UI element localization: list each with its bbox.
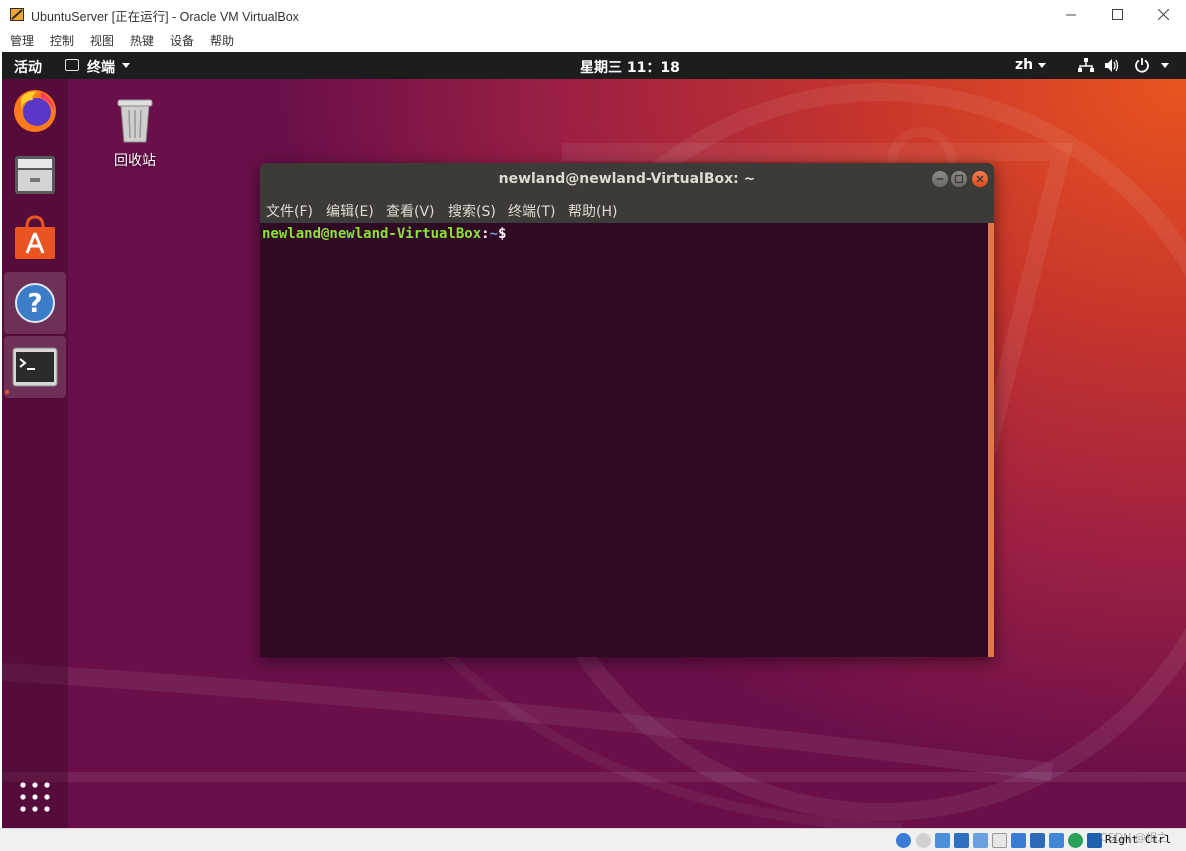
dock-item-help[interactable]: ? — [4, 272, 66, 334]
term-menu-view[interactable]: 查看(V) — [386, 201, 435, 221]
show-apps-icon — [20, 782, 50, 812]
shell-prompt: newland@newland-VirtualBox:~$ — [262, 226, 508, 242]
dock-item-files[interactable] — [4, 143, 66, 205]
vbox-statusbar: Right Ctrl CSDN @相之 — [0, 828, 1186, 851]
chevron-down-icon — [1038, 63, 1046, 68]
input-method-button[interactable]: zh — [1015, 57, 1033, 73]
terminal-titlebar[interactable]: newland@newland-VirtualBox: ~ — [260, 163, 994, 197]
dock: ? — [2, 79, 68, 828]
menu-control[interactable]: 控制 — [50, 32, 74, 49]
network-icon[interactable] — [1078, 58, 1094, 73]
virtualbox-app-icon — [10, 8, 24, 21]
trash-icon — [117, 99, 153, 143]
help-icon: ? — [15, 283, 55, 323]
usb-icon[interactable] — [973, 833, 988, 848]
terminal-minimize-button[interactable] — [932, 171, 948, 187]
clock-button[interactable]: 星期三 11：18 — [580, 57, 680, 77]
guest-display[interactable]: 活动 终端 星期三 11：18 zh ? 回收站 newland@newland… — [2, 52, 1186, 828]
terminal-close-button[interactable] — [972, 171, 988, 187]
term-menu-edit[interactable]: 编辑(E) — [326, 201, 374, 221]
network-adapter-icon[interactable] — [954, 833, 969, 848]
close-button[interactable] — [1140, 0, 1186, 28]
menu-help[interactable]: 帮助 — [210, 32, 234, 49]
vbox-menubar: 管理 控制 视图 热键 设备 帮助 — [0, 28, 1186, 52]
terminal-maximize-button[interactable] — [951, 171, 967, 187]
terminal-window[interactable]: newland@newland-VirtualBox: ~ 文件(F) 编辑(E… — [260, 163, 994, 657]
gnome-topbar: 活动 终端 星期三 11：18 zh — [2, 52, 1186, 79]
minimize-icon — [936, 178, 944, 180]
menu-devices[interactable]: 设备 — [170, 32, 194, 49]
chevron-down-icon — [1161, 63, 1169, 68]
firefox-icon — [14, 90, 56, 132]
virtualization-icon[interactable] — [1049, 833, 1064, 848]
maximize-button[interactable] — [1094, 0, 1140, 28]
terminal-body[interactable]: newland@newland-VirtualBox:~$ — [260, 223, 988, 657]
close-icon — [976, 175, 984, 183]
hard-disk-icon[interactable] — [896, 833, 911, 848]
terminal-scrollbar[interactable] — [988, 223, 994, 657]
term-menu-file[interactable]: 文件(F) — [266, 201, 313, 221]
optical-drive-icon[interactable] — [916, 833, 931, 848]
window-title: UbuntuServer [正在运行] - Oracle VM VirtualB… — [31, 10, 299, 24]
terminal-icon — [12, 347, 58, 387]
prompt-dollar: $ — [498, 226, 507, 242]
close-icon — [1157, 8, 1169, 20]
svg-text:?: ? — [27, 289, 42, 319]
audio-icon[interactable] — [935, 833, 950, 848]
term-menu-search[interactable]: 搜索(S) — [448, 201, 496, 221]
video-capture-icon[interactable] — [1030, 833, 1045, 848]
prompt-user-host: newland@newland-VirtualBox — [262, 226, 482, 242]
vbox-titlebar: UbuntuServer [正在运行] - Oracle VM VirtualB… — [0, 0, 1186, 28]
terminal-menubar: 文件(F) 编辑(E) 查看(V) 搜索(S) 终端(T) 帮助(H) — [260, 197, 994, 223]
term-menu-terminal[interactable]: 终端(T) — [508, 201, 555, 221]
prompt-path: ~ — [489, 226, 499, 242]
activities-button[interactable]: 活动 — [14, 57, 42, 77]
prompt-separator: : — [481, 226, 490, 242]
power-icon[interactable] — [1134, 57, 1150, 73]
running-indicator — [5, 390, 9, 394]
trash-label: 回收站 — [114, 153, 156, 169]
app-menu-button[interactable]: 终端 — [87, 57, 115, 77]
dock-item-software[interactable] — [4, 207, 66, 269]
volume-icon[interactable] — [1105, 58, 1121, 73]
chevron-down-icon — [122, 63, 130, 68]
software-icon — [15, 215, 55, 259]
guest-additions-icon[interactable] — [1068, 833, 1083, 848]
files-icon — [15, 156, 55, 194]
menu-manage[interactable]: 管理 — [10, 32, 34, 49]
shared-folders-icon[interactable] — [992, 833, 1007, 848]
dock-show-applications[interactable] — [4, 766, 66, 828]
maximize-icon — [1111, 8, 1123, 20]
term-menu-help[interactable]: 帮助(H) — [568, 201, 617, 221]
desktop-trash[interactable]: 回收站 — [102, 96, 168, 172]
terminal-title: newland@newland-VirtualBox: ~ — [498, 171, 756, 187]
terminal-small-icon — [65, 59, 79, 71]
display-icon[interactable] — [1011, 833, 1026, 848]
maximize-icon — [954, 174, 964, 184]
watermark: CSDN @相之 — [1100, 831, 1168, 844]
dock-item-firefox[interactable] — [4, 79, 66, 141]
minimize-icon — [1065, 14, 1076, 15]
dock-item-terminal[interactable] — [4, 336, 66, 398]
minimize-button[interactable] — [1048, 0, 1094, 28]
menu-hotkeys[interactable]: 热键 — [130, 32, 154, 49]
menu-view[interactable]: 视图 — [90, 32, 114, 49]
